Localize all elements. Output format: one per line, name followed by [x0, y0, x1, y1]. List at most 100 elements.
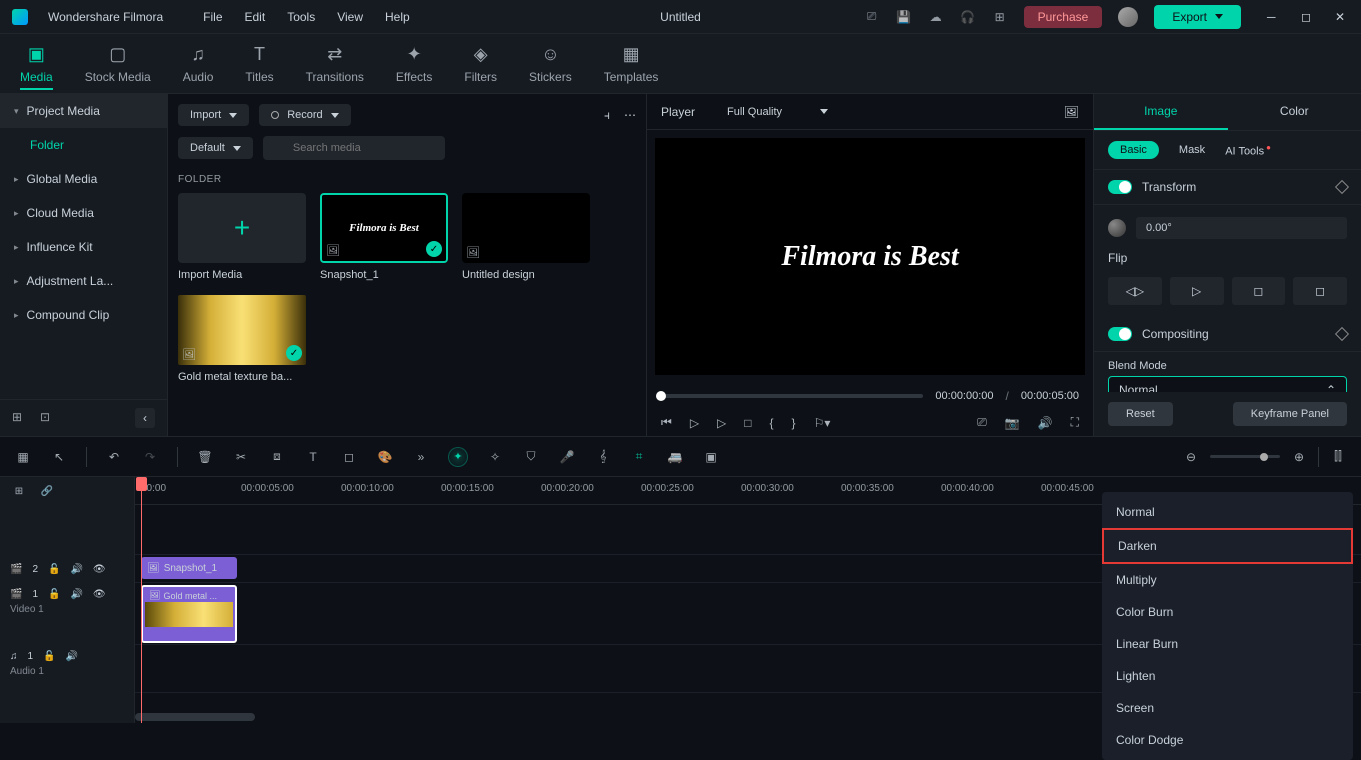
device-icon[interactable]: ⎚: [864, 9, 880, 25]
tool-tab-trans[interactable]: ⇄Transitions: [306, 44, 364, 84]
sidebar-item[interactable]: ▸Global Media: [0, 162, 167, 196]
magnet-icon[interactable]: ⌗: [630, 449, 648, 464]
apps-icon[interactable]: ⊞: [992, 9, 1008, 25]
rotate-cw-button[interactable]: ◻: [1232, 277, 1286, 305]
blend-option[interactable]: Linear Burn: [1102, 628, 1353, 660]
tool-tab-stickers[interactable]: ☺Stickers: [529, 44, 572, 84]
mark-out-button[interactable]: }: [792, 416, 796, 430]
mute-icon[interactable]: 🔊: [70, 589, 82, 600]
sidebar-folder[interactable]: Folder: [0, 128, 167, 162]
sort-dropdown[interactable]: Default: [178, 137, 253, 159]
search-input[interactable]: [263, 136, 445, 160]
snapshot-icon[interactable]: 🖼: [1064, 105, 1079, 119]
color-icon[interactable]: 🎨: [376, 450, 394, 464]
progress-bar[interactable]: [661, 394, 923, 398]
volume-icon[interactable]: 🔊: [1038, 416, 1053, 430]
subtab-mask[interactable]: Mask: [1179, 144, 1205, 156]
prev-frame-button[interactable]: ⏮: [661, 415, 672, 430]
menu-edit[interactable]: Edit: [245, 10, 266, 24]
rotate-ccw-button[interactable]: ◻: [1293, 277, 1347, 305]
text-icon[interactable]: T: [304, 450, 322, 464]
blend-option[interactable]: Lighten: [1102, 660, 1353, 692]
reset-button[interactable]: Reset: [1108, 402, 1173, 426]
zoom-out-button[interactable]: ⊖: [1182, 450, 1200, 464]
cut-icon[interactable]: ✂: [232, 450, 250, 464]
clip-gold-metal[interactable]: 🖼Gold metal ...: [141, 585, 237, 643]
maximize-icon[interactable]: ◻: [1301, 10, 1315, 24]
compositing-toggle[interactable]: [1108, 327, 1132, 341]
frame-icon[interactable]: ◻: [340, 450, 358, 464]
zoom-slider[interactable]: [1210, 455, 1280, 458]
zoom-in-button[interactable]: ⊕: [1290, 450, 1308, 464]
new-folder-icon[interactable]: ⊞: [12, 410, 28, 426]
blend-option[interactable]: Darken: [1102, 528, 1353, 564]
menu-file[interactable]: File: [203, 10, 222, 24]
flip-h-button[interactable]: ◁▷: [1108, 277, 1162, 305]
sidebar-item[interactable]: ▸Influence Kit: [0, 230, 167, 264]
transform-toggle[interactable]: [1108, 180, 1132, 194]
vehicle-icon[interactable]: 🚐: [666, 450, 684, 464]
tool-tab-audio[interactable]: ♫Audio: [183, 44, 214, 84]
delete-icon[interactable]: 🗑: [196, 450, 214, 464]
playhead[interactable]: [141, 477, 142, 723]
marker-tool-icon[interactable]: ▣: [702, 450, 720, 464]
save-icon[interactable]: 💾: [896, 9, 912, 25]
lock-icon[interactable]: 🔓: [43, 651, 55, 662]
sidebar-item[interactable]: ▸Cloud Media: [0, 196, 167, 230]
rotation-knob[interactable]: [1108, 219, 1126, 237]
tool-tab-media[interactable]: ▣Media: [20, 44, 53, 90]
music-icon[interactable]: 𝄞: [594, 449, 612, 464]
filter-icon[interactable]: ⫞: [604, 108, 610, 123]
undo-icon[interactable]: ↶: [105, 450, 123, 464]
more-icon[interactable]: ⋯: [624, 108, 636, 122]
track-add-icon[interactable]: ⊞: [10, 486, 28, 497]
blend-option[interactable]: Color Dodge: [1102, 724, 1353, 756]
timeline-options-icon[interactable]: ⫿⫿: [1329, 449, 1347, 464]
tool-tab-templates[interactable]: ▦Templates: [604, 44, 659, 84]
tab-color[interactable]: Color: [1228, 94, 1361, 130]
pointer-icon[interactable]: ↖: [50, 450, 68, 464]
visibility-icon[interactable]: 👁: [93, 564, 106, 575]
crop-icon[interactable]: ⧈: [268, 449, 286, 464]
media-thumb[interactable]: 🖼Untitled design: [462, 193, 590, 281]
export-button[interactable]: Export: [1154, 5, 1241, 29]
sparkle-icon[interactable]: ✧: [486, 450, 504, 464]
stop-button[interactable]: □: [744, 416, 751, 430]
blend-option[interactable]: Multiply: [1102, 564, 1353, 596]
collapse-sidebar-button[interactable]: ‹: [135, 408, 155, 428]
menu-view[interactable]: View: [337, 10, 363, 24]
media-thumb[interactable]: 🖼✓Gold metal texture ba...: [178, 295, 306, 383]
import-dropdown[interactable]: Import: [178, 104, 249, 126]
menu-help[interactable]: Help: [385, 10, 410, 24]
blend-option[interactable]: Color Burn: [1102, 596, 1353, 628]
sidebar-project-media[interactable]: ▾ Project Media: [0, 94, 167, 128]
ai-button[interactable]: ✦: [448, 447, 468, 467]
cloud-icon[interactable]: ☁: [928, 9, 944, 25]
lock-icon[interactable]: 🔓: [48, 589, 60, 600]
record-dropdown[interactable]: Record: [259, 104, 350, 126]
tool-tab-filters[interactable]: ◈Filters: [464, 44, 497, 84]
close-icon[interactable]: ✕: [1335, 10, 1349, 24]
subtab-ai-tools[interactable]: AI Tools●: [1225, 143, 1271, 158]
next-frame-button[interactable]: ▷: [717, 416, 726, 430]
menu-tools[interactable]: Tools: [287, 10, 315, 24]
shield-icon[interactable]: ⛉: [522, 449, 540, 464]
tab-image[interactable]: Image: [1094, 94, 1228, 130]
fullscreen-icon[interactable]: ⛶: [1071, 415, 1079, 430]
blend-option[interactable]: Screen: [1102, 692, 1353, 724]
keyframe-diamond-icon[interactable]: [1335, 180, 1349, 194]
tool-tab-titles[interactable]: TTitles: [245, 44, 273, 84]
camera-icon[interactable]: 📷: [1005, 416, 1020, 430]
display-icon[interactable]: ⎚: [977, 415, 987, 430]
sidebar-item[interactable]: ▸Adjustment La...: [0, 264, 167, 298]
subtab-basic[interactable]: Basic: [1108, 141, 1159, 159]
mute-icon[interactable]: 🔊: [66, 651, 78, 662]
marker-dropdown[interactable]: ⚐▾: [814, 416, 831, 430]
new-bin-icon[interactable]: ⊡: [40, 410, 56, 426]
mark-in-button[interactable]: {: [770, 416, 774, 430]
media-thumb[interactable]: +Import Media: [178, 193, 306, 281]
layout-icon[interactable]: ▦: [14, 450, 32, 464]
blend-option[interactable]: Normal: [1102, 496, 1353, 528]
keyframe-diamond-icon[interactable]: [1335, 327, 1349, 341]
tool-tab-effects[interactable]: ✦Effects: [396, 44, 432, 84]
